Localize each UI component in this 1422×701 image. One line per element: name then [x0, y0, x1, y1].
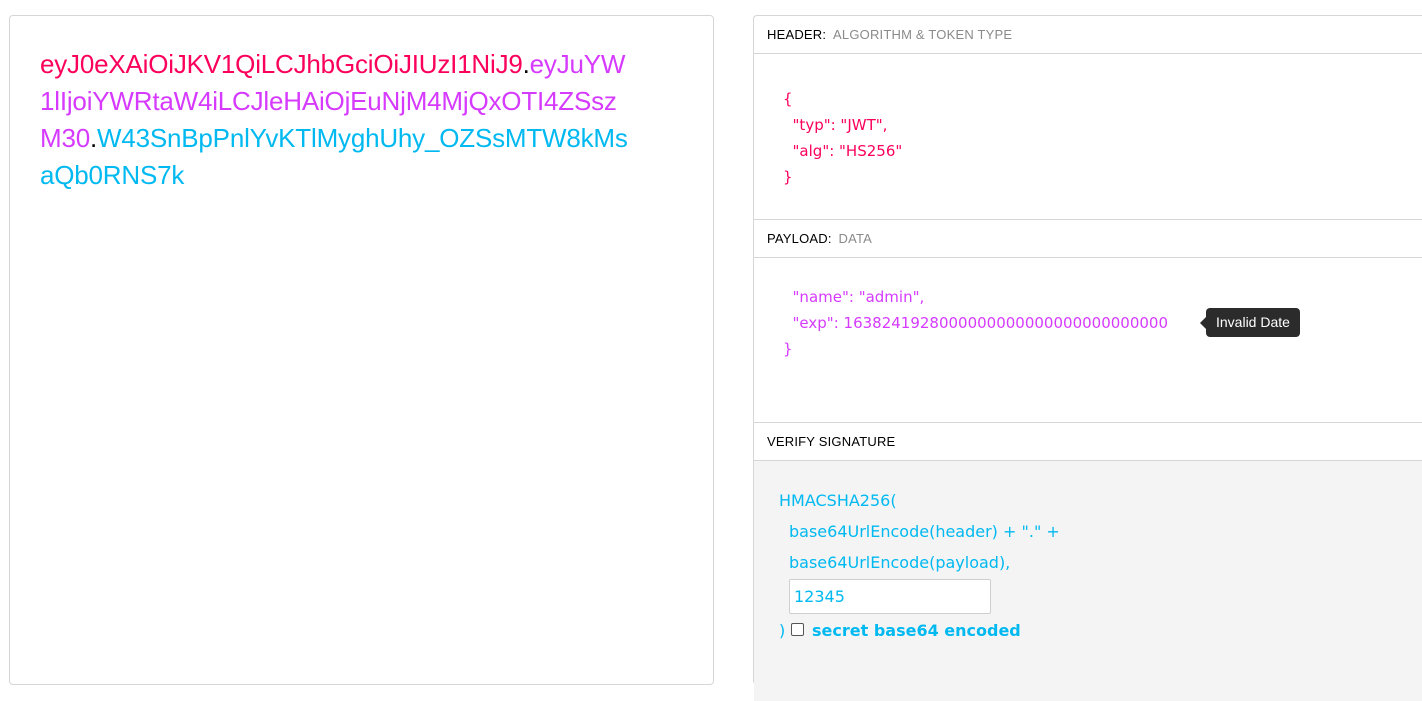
header-title-subtitle: ALGORITHM & TOKEN TYPE	[833, 27, 1013, 42]
secret-base64-checkbox[interactable]	[791, 623, 804, 636]
token-separator-dot: .	[522, 49, 530, 79]
payload-title-subtitle: DATA	[838, 231, 873, 246]
verify-section-title: VERIFY SIGNATURE	[754, 423, 1422, 461]
payload-json-line: }	[783, 340, 793, 358]
encoded-token[interactable]: eyJ0eXAiOiJKV1QiLCJhbGciOiJIUzI1NiJ9.eyJ…	[40, 46, 630, 194]
payload-section-title: PAYLOAD: DATA	[754, 220, 1422, 258]
payload-json-line: "name": "admin",	[783, 288, 925, 306]
secret-input[interactable]	[789, 579, 991, 614]
header-title-label: HEADER:	[767, 27, 827, 42]
hmac-header-line: base64UrlEncode(header) + "." +	[789, 522, 1060, 541]
hmac-function-name: HMACSHA256(	[779, 491, 897, 510]
secret-base64-checkbox-label[interactable]: secret base64 encoded	[812, 620, 1021, 642]
payload-title-label: PAYLOAD:	[767, 231, 832, 246]
token-separator-dot: .	[89, 123, 98, 153]
header-json-editor[interactable]: { "typ": "JWT", "alg": "HS256" }	[783, 86, 902, 190]
header-section-title: HEADER: ALGORITHM & TOKEN TYPE	[754, 16, 1422, 54]
hmac-closing-paren: )	[779, 621, 786, 640]
hmac-payload-line: base64UrlEncode(payload),	[789, 553, 1011, 572]
encoded-token-panel[interactable]: eyJ0eXAiOiJKV1QiLCJhbGciOiJIUzI1NiJ9.eyJ…	[9, 15, 714, 685]
invalid-date-tooltip: Invalid Date	[1200, 308, 1300, 337]
payload-json-line: "exp": 163824192800000000000000000000000…	[783, 314, 1168, 332]
token-header-part: eyJ0eXAiOiJKV1QiLCJhbGciOiJIUzI1NiJ9	[40, 49, 523, 79]
token-signature-part: W43SnBpPnlYvKTlMyghUhy_OZSsMTW8kMsaQb0RN…	[40, 123, 628, 190]
